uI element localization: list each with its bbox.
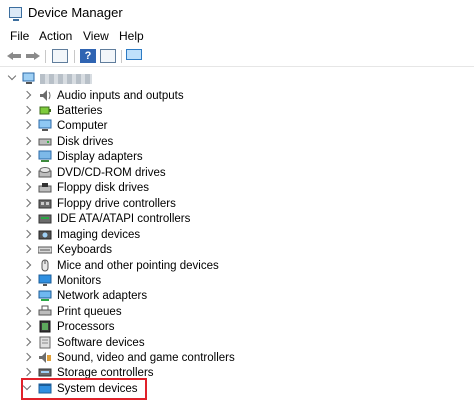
tree-category[interactable]: Processors: [0, 320, 474, 335]
floppy-controller-icon: [38, 197, 52, 210]
floppy-icon: [38, 181, 52, 194]
disk-drive-icon: [38, 135, 52, 148]
camera-icon: [38, 228, 52, 241]
monitor-icon: [38, 274, 52, 287]
chevron-down-icon[interactable]: [7, 71, 17, 81]
category-label: Keyboards: [57, 244, 112, 256]
ide-controller-icon: [38, 212, 52, 225]
tree-category[interactable]: Audio inputs and outputs: [0, 89, 474, 104]
printer-icon: [38, 305, 52, 318]
chevron-right-icon[interactable]: [22, 321, 32, 331]
battery-icon: [38, 104, 52, 117]
category-label: Mice and other pointing devices: [57, 260, 219, 272]
chevron-right-icon[interactable]: [22, 90, 32, 100]
network-adapter-icon: [38, 289, 52, 302]
category-label: Network adapters: [57, 290, 148, 302]
chevron-right-icon[interactable]: [22, 136, 32, 146]
category-label: Processors: [57, 321, 115, 333]
tree-category[interactable]: Monitors: [0, 274, 474, 289]
computer-icon: [38, 119, 52, 132]
chevron-right-icon[interactable]: [22, 182, 32, 192]
tree-category[interactable]: Imaging devices: [0, 228, 474, 243]
menu-file[interactable]: File: [10, 29, 29, 43]
tree-category[interactable]: Floppy disk drives: [0, 181, 474, 196]
tree-category[interactable]: Network adapters: [0, 289, 474, 304]
tree-category[interactable]: Computer: [0, 119, 474, 134]
chevron-right-icon[interactable]: [22, 275, 32, 285]
chevron-right-icon[interactable]: [22, 337, 32, 347]
dvd-icon: [38, 166, 52, 179]
computer-icon: [22, 72, 36, 85]
scan-monitor-icon[interactable]: [126, 49, 142, 60]
toolbar-separator: [45, 50, 46, 63]
tree-category[interactable]: Batteries: [0, 104, 474, 119]
chevron-right-icon[interactable]: [22, 213, 32, 223]
toolbar: ?: [0, 46, 474, 67]
category-label: Display adapters: [57, 151, 143, 163]
chevron-right-icon[interactable]: [22, 167, 32, 177]
category-label: Imaging devices: [57, 229, 141, 241]
tree-category[interactable]: Software devices: [0, 336, 474, 351]
sound-controller-icon: [38, 351, 52, 364]
chevron-right-icon[interactable]: [22, 352, 32, 362]
chevron-right-icon[interactable]: [22, 151, 32, 161]
update-driver-icon[interactable]: [100, 49, 116, 63]
menu-view[interactable]: View: [83, 29, 109, 43]
tree-category[interactable]: Mice and other pointing devices: [0, 259, 474, 274]
category-label: Software devices: [57, 337, 145, 349]
toolbar-separator: [74, 50, 75, 63]
tree-category[interactable]: IDE ATA/ATAPI controllers: [0, 212, 474, 227]
keyboard-icon: [37, 243, 53, 256]
chevron-right-icon[interactable]: [22, 198, 32, 208]
category-label: Disk drives: [57, 136, 114, 148]
category-label: DVD/CD-ROM drives: [57, 167, 166, 179]
tree-category[interactable]: Print queues: [0, 305, 474, 320]
highlight-box: [21, 378, 147, 400]
tree-category[interactable]: Display adapters: [0, 150, 474, 165]
software-device-icon: [38, 336, 52, 349]
tree-category[interactable]: Floppy drive controllers: [0, 197, 474, 212]
forward-icon[interactable]: [24, 49, 40, 63]
category-label: Audio inputs and outputs: [57, 90, 184, 102]
tree-category[interactable]: DVD/CD-ROM drives: [0, 166, 474, 181]
menu-action[interactable]: Action: [39, 29, 72, 43]
category-label: Print queues: [57, 306, 122, 318]
chevron-right-icon[interactable]: [22, 244, 32, 254]
tree-category[interactable]: Keyboards: [0, 243, 474, 258]
chevron-right-icon[interactable]: [22, 105, 32, 115]
computer-name-redacted: [40, 74, 92, 84]
category-label: Floppy disk drives: [57, 182, 150, 194]
display-adapter-icon: [38, 150, 52, 163]
chevron-right-icon[interactable]: [22, 260, 32, 270]
category-label: Floppy drive controllers: [57, 198, 176, 210]
mouse-icon: [38, 259, 52, 272]
menu-help[interactable]: Help: [119, 29, 144, 43]
device-manager-icon: [9, 7, 22, 21]
chevron-right-icon[interactable]: [22, 290, 32, 300]
title-bar: Device Manager: [0, 0, 474, 26]
chevron-right-icon[interactable]: [22, 367, 32, 377]
tree-root[interactable]: [0, 71, 474, 87]
processor-icon: [38, 320, 52, 333]
chevron-right-icon[interactable]: [22, 306, 32, 316]
category-label: Sound, video and game controllers: [57, 352, 235, 364]
speaker-icon: [38, 89, 52, 102]
category-label: Monitors: [57, 275, 102, 287]
category-label: Computer: [57, 120, 108, 132]
menu-bar: File Action View Help: [0, 27, 474, 45]
help-icon[interactable]: ?: [80, 49, 96, 63]
tree-category[interactable]: Disk drives: [0, 135, 474, 150]
category-label: IDE ATA/ATAPI controllers: [57, 213, 191, 225]
back-icon[interactable]: [7, 49, 23, 63]
category-label: Batteries: [57, 105, 103, 117]
window-title: Device Manager: [28, 5, 123, 20]
tree-category[interactable]: Sound, video and game controllers: [0, 351, 474, 366]
properties-window-icon[interactable]: [52, 49, 68, 63]
chevron-right-icon[interactable]: [22, 229, 32, 239]
toolbar-separator: [121, 50, 122, 63]
chevron-right-icon[interactable]: [22, 120, 32, 130]
